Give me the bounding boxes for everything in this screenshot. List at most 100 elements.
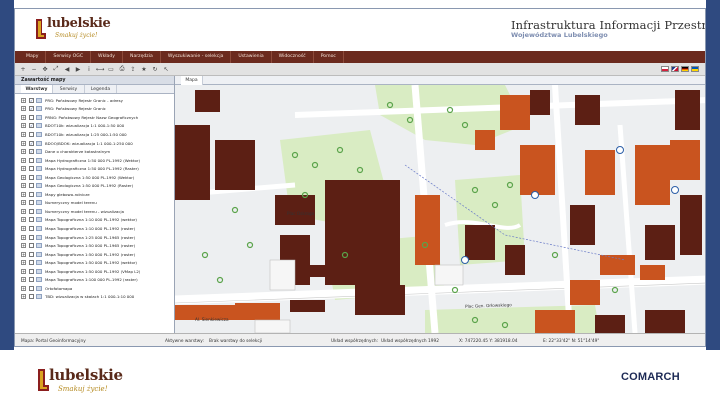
layer-row[interactable]: + Numeryczny model terenu - wizualizacja [15,207,174,216]
previous-view-icon[interactable]: ◀ [63,65,71,73]
layer-checkbox[interactable] [29,277,34,283]
layer-checkbox[interactable] [29,208,34,214]
layer-row[interactable]: + Mapa Hydrograficzna 1:50 000 PL-1992 (R… [15,164,174,173]
layer-checkbox[interactable] [29,174,34,180]
menu-item[interactable]: Wyszukiwanie - selekcja [161,51,232,63]
layer-checkbox[interactable] [29,191,34,197]
expand-icon[interactable]: + [21,174,26,180]
menu-item[interactable]: Ustawienia [231,51,272,63]
expand-icon[interactable]: + [21,191,26,197]
export-icon[interactable]: ⇪ [129,65,137,73]
layer-row[interactable]: + ✓ BDOT10k: wizualizacja 1:1 000-1:50 000 [15,122,174,131]
layer-checkbox[interactable]: ✓ [29,123,34,129]
panel-title[interactable]: Zawartość mapy [15,76,174,85]
menu-item[interactable]: Mapy [19,51,47,63]
layer-row[interactable]: + Mapa Topograficzna 1:10 000 PL-1992 (we… [15,216,174,225]
expand-icon[interactable]: + [21,225,26,231]
bookmark-icon[interactable]: ★ [140,65,148,73]
tab-warstwy[interactable]: Warstwy [21,85,53,93]
layer-row[interactable]: + Numeryczny model terenu [15,199,174,208]
refresh-icon[interactable]: ↻ [151,65,159,73]
layer-checkbox[interactable] [29,200,34,206]
tab-legenda[interactable]: Legenda [85,85,117,93]
pan-icon[interactable]: ✥ [41,65,49,73]
layer-row[interactable]: + TBD: wizualizacja w skalach 1:1 000-1:1… [15,293,174,302]
expand-icon[interactable]: + [21,97,26,103]
expand-icon[interactable]: + [21,208,26,214]
layer-row[interactable]: + Mapa Geologiczna 1:50 000 PL-1992 (Rast… [15,181,174,190]
layer-row[interactable]: + Mapa Topograficzna 1:50 000 PL-1992 (ra… [15,250,174,259]
menu-item[interactable]: Pomoc [314,51,344,63]
expand-icon[interactable]: + [21,217,26,223]
layer-checkbox[interactable] [29,225,34,231]
select-icon[interactable]: ▭ [107,65,115,73]
print-icon[interactable]: ⎙ [118,65,126,73]
cursor-icon[interactable]: ↖ [162,65,170,73]
layer-row[interactable]: + PRNG: Państwowy Rejestr Nazw Geograficz… [15,113,174,122]
layer-checkbox[interactable] [29,260,34,266]
expand-icon[interactable]: + [21,149,26,155]
menu-item[interactable]: Widoczność [272,51,314,63]
expand-icon[interactable]: + [21,166,26,172]
menu-item[interactable]: Serwisy OGC [46,51,92,63]
expand-icon[interactable]: + [21,123,26,129]
layer-checkbox[interactable] [29,285,34,291]
menu-item[interactable]: Narzędzia [123,51,161,63]
layer-row[interactable]: + Mapa Topograficzna 1:50 000 PL-1992 (VM… [15,267,174,276]
expand-icon[interactable]: + [21,157,26,163]
expand-icon[interactable]: + [21,131,26,137]
de-flag-icon[interactable] [681,66,689,72]
layer-row[interactable]: + BDOT10k: wizualizacja 1:25 000-1:50 000 [15,130,174,139]
info-icon[interactable]: i [85,65,93,73]
expand-icon[interactable]: + [21,294,26,300]
expand-icon[interactable]: + [21,183,26,189]
layer-checkbox[interactable] [29,234,34,240]
layer-checkbox[interactable] [29,131,34,137]
layer-row[interactable]: + Mapa Topograficzna 1:25 000 PL-1965 (ra… [15,233,174,242]
expand-icon[interactable]: + [21,285,26,291]
full-extent-icon[interactable]: ⤢ [52,65,60,73]
zoom-out-icon[interactable]: − [30,65,38,73]
map-canvas[interactable]: Plac Oskrogo Plac Gen. Orłowskiego Al. S… [175,85,705,333]
expand-icon[interactable]: + [21,243,26,249]
layer-row[interactable]: + Mapa Topograficzna 1:50 000 PL-1992 (we… [15,258,174,267]
en-flag-icon[interactable] [671,66,679,72]
zoom-in-icon[interactable]: + [19,65,27,73]
layer-row[interactable]: + ✓ PRG: Państwowy Rejestr Granic [15,105,174,114]
tab-map[interactable]: Mapa [181,76,203,85]
layer-checkbox[interactable] [29,268,34,274]
layer-checkbox[interactable]: ✓ [29,140,34,146]
layer-checkbox[interactable] [29,243,34,249]
ua-flag-icon[interactable] [691,66,699,72]
layer-checkbox[interactable] [29,157,34,163]
next-view-icon[interactable]: ▶ [74,65,82,73]
lubelskie-logo[interactable]: lubelskie Smakuj życie! [33,15,111,47]
layer-checkbox[interactable]: ✓ [29,97,34,103]
layer-row[interactable]: + ✓ BDOO/BDOK: wizualizacja 1:1 000-1:250 … [15,139,174,148]
layer-checkbox[interactable] [29,251,34,257]
expand-icon[interactable]: + [21,277,26,283]
menu-item[interactable]: Wkłady [91,51,124,63]
measure-icon[interactable]: ⟷ [96,65,105,73]
expand-icon[interactable]: + [21,200,26,206]
layer-checkbox[interactable] [29,183,34,189]
layer-checkbox[interactable]: ✓ [29,106,34,112]
layer-checkbox[interactable] [29,294,34,300]
pl-flag-icon[interactable] [661,66,669,72]
expand-icon[interactable]: + [21,106,26,112]
expand-icon[interactable]: + [21,251,26,257]
layer-checkbox[interactable]: ✓ [29,149,34,155]
layer-row[interactable]: + ✓ Dane o charakterze katastralnym [15,147,174,156]
layer-row[interactable]: + Mapa Geologiczna 1:50 000 PL-1992 (Wekt… [15,173,174,182]
expand-icon[interactable]: + [21,234,26,240]
layer-row[interactable]: + Mapa Topograficzna 1:50 000 PL-1965 (ra… [15,241,174,250]
layer-checkbox[interactable] [29,217,34,223]
tab-serwisy[interactable]: Serwisy [53,85,85,93]
layer-checkbox[interactable] [29,114,34,120]
layer-row[interactable]: + Mapa Topograficzna 1:10 000 PL-1992 (ra… [15,224,174,233]
expand-icon[interactable]: + [21,140,26,146]
expand-icon[interactable]: + [21,260,26,266]
layer-row[interactable]: + Mapa Hydrograficzna 1:50 000 PL-1992 (W… [15,156,174,165]
layer-row[interactable]: + Mapy glebowo-rolnicze [15,190,174,199]
layer-row[interactable]: + Ortofotomapa [15,284,174,293]
